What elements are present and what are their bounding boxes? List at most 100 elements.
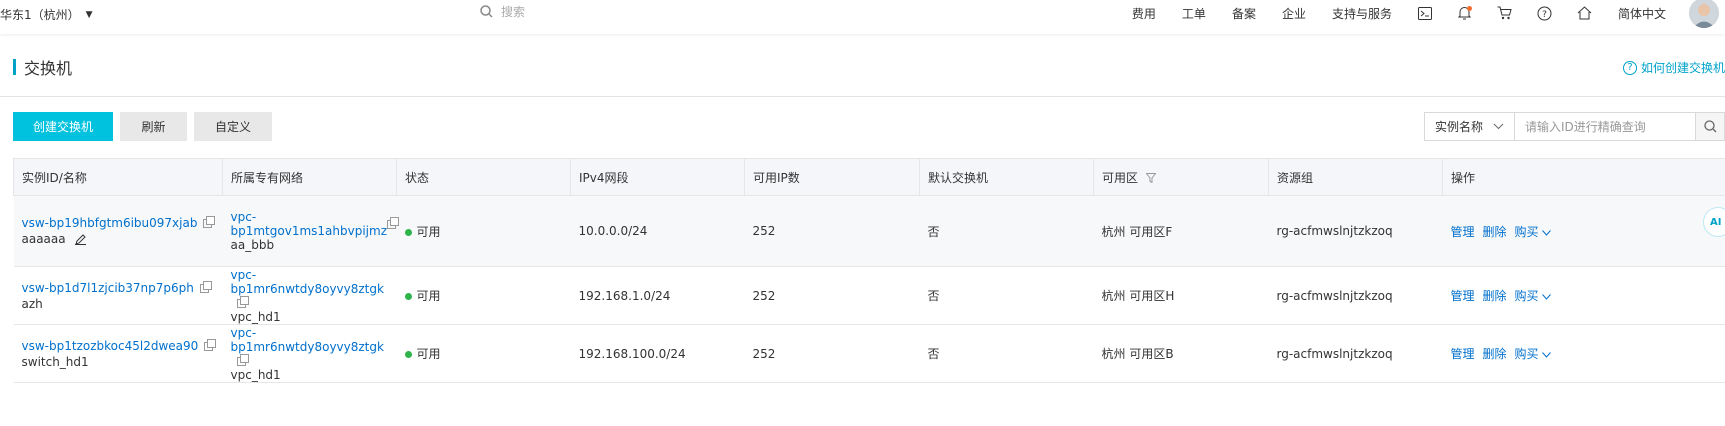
search-input[interactable]	[1515, 113, 1695, 140]
bell-icon[interactable]	[1445, 6, 1485, 20]
cart-icon[interactable]	[1485, 6, 1525, 20]
nav-tickets[interactable]: 工单	[1169, 5, 1219, 22]
global-search[interactable]: 搜索	[480, 3, 525, 20]
cell-rg: rg-acfmwslnjtzkzoq	[1268, 195, 1443, 267]
refresh-button[interactable]: 刷新	[120, 112, 187, 141]
vpc-name: vpc_hd1	[230, 367, 281, 382]
region-selector[interactable]: 华东1（杭州） ▼	[0, 6, 93, 23]
avatar[interactable]	[1689, 0, 1719, 28]
copy-icon[interactable]	[199, 280, 212, 293]
cell-ops: 管理 删除 购买	[1442, 266, 1725, 325]
create-vswitch-button[interactable]: 创建交换机	[13, 112, 113, 141]
cell-vpc: vpc- bp1mtgov1ms1ahbvpijmz aa_bbb	[222, 195, 399, 267]
floating-assistant-label: AI	[1710, 216, 1722, 228]
col-header-id: 实例ID/名称	[13, 158, 223, 196]
vpc-id-link-part2[interactable]: bp1mtgov1ms1ahbvpijmz	[231, 224, 388, 238]
vpc-id-link[interactable]: vpc-bp1mr6nwtdy8oyvy8ztgk	[231, 268, 384, 296]
copy-icon[interactable]	[236, 353, 249, 366]
col-header-ips: 可用IP数	[744, 158, 920, 196]
cell-zone: 杭州 可用区F	[1093, 195, 1269, 267]
cell-rg: rg-acfmwslnjtzkzoq	[1268, 324, 1443, 383]
cell-vpc: vpc-bp1mr6nwtdy8oyvy8ztgk vpc_hd1	[222, 324, 397, 383]
manage-link[interactable]: 管理	[1451, 225, 1475, 239]
top-nav: 费用 工单 备案 企业 支持与服务 ? 简体中文	[1119, 0, 1725, 28]
notification-dot	[1466, 6, 1472, 11]
help-icon[interactable]: ?	[1525, 6, 1565, 21]
chevron-down-icon	[1542, 352, 1552, 358]
terminal-icon[interactable]	[1405, 6, 1445, 20]
cell-id: vsw-bp1d7l1zjcib37np7p6ph azh	[13, 266, 223, 325]
cell-default: 否	[919, 195, 1094, 267]
manage-link[interactable]: 管理	[1451, 289, 1475, 303]
search-icon	[1703, 120, 1716, 133]
top-bar: 华东1（杭州） ▼ 搜索 费用 工单 备案 企业 支持与服务 ? 简体中文	[0, 0, 1725, 34]
search-icon	[480, 5, 493, 18]
help-link-text: 如何创建交换机	[1640, 61, 1725, 75]
col-header-vpc: 所属专有网络	[222, 158, 397, 196]
vswitch-id-link[interactable]: vsw-bp19hbfgtm6ibu097xjab	[22, 216, 198, 230]
question-circle-icon: ?	[1622, 60, 1637, 75]
buy-dropdown[interactable]: 购买	[1515, 225, 1552, 239]
help-link[interactable]: ? 如何创建交换机	[1622, 59, 1725, 76]
filter-icon[interactable]	[1145, 173, 1157, 184]
copy-icon[interactable]	[236, 295, 249, 308]
chevron-down-icon	[1493, 123, 1504, 130]
cell-status: 可用	[396, 195, 571, 267]
page-title: 交换机	[13, 58, 73, 78]
nav-billing[interactable]: 费用	[1119, 5, 1169, 22]
home-icon[interactable]	[1565, 6, 1605, 20]
cell-ips: 252	[744, 266, 920, 325]
vpc-id-link[interactable]: vpc-bp1mr6nwtdy8oyvy8ztgk	[231, 326, 384, 354]
chevron-down-icon	[1542, 229, 1552, 236]
vpc-id-link-part1[interactable]: vpc-	[231, 210, 381, 224]
delete-link[interactable]: 删除	[1483, 225, 1507, 239]
svg-text:?: ?	[1543, 10, 1548, 20]
vswitch-name: azh	[21, 296, 43, 311]
nav-support[interactable]: 支持与服务	[1319, 5, 1405, 22]
chevron-down-icon	[1542, 294, 1552, 300]
table-row: vsw-bp1tzozbkoc45l2dwea90 switch_hd1 vpc…	[13, 324, 1725, 383]
cell-ops: 管理 删除 购买	[1442, 324, 1725, 383]
copy-icon[interactable]	[203, 216, 216, 228]
filter-field-select[interactable]: 实例名称	[1425, 113, 1515, 140]
search-placeholder: 搜索	[501, 5, 526, 19]
manage-link[interactable]: 管理	[1451, 347, 1475, 361]
vswitch-id-link[interactable]: vsw-bp1d7l1zjcib37np7p6ph	[22, 281, 194, 295]
cell-default: 否	[919, 324, 1094, 383]
cell-vpc: vpc-bp1mr6nwtdy8oyvy8ztgk vpc_hd1	[222, 266, 397, 325]
col-header-status: 状态	[396, 158, 571, 196]
cell-id: vsw-bp19hbfgtm6ibu097xjab aaaaaa	[13, 195, 223, 267]
status-text: 可用	[416, 347, 441, 361]
copy-icon[interactable]	[386, 216, 399, 229]
col-header-zone-label: 可用区	[1102, 170, 1139, 185]
status-dot	[404, 351, 412, 358]
buy-label: 购买	[1514, 347, 1539, 361]
page-title-text: 交换机	[24, 59, 73, 78]
search-button[interactable]	[1695, 113, 1724, 140]
filter-field-label: 实例名称	[1435, 120, 1484, 134]
cell-status: 可用	[396, 324, 571, 383]
cell-ops: 管理 删除 购买	[1442, 195, 1725, 267]
floating-assistant-button[interactable]: AI	[1703, 207, 1725, 237]
nav-icp[interactable]: 备案	[1219, 5, 1269, 22]
buy-label: 购买	[1514, 224, 1539, 239]
delete-link[interactable]: 删除	[1483, 289, 1507, 303]
vswitch-table: 实例ID/名称 所属专有网络 状态 IPv4网段 可用IP数 默认交换机 可用区…	[13, 158, 1725, 383]
status-text: 可用	[416, 224, 441, 239]
table-header: 实例ID/名称 所属专有网络 状态 IPv4网段 可用IP数 默认交换机 可用区…	[13, 158, 1725, 196]
col-header-default: 默认交换机	[919, 158, 1094, 196]
status-dot	[404, 293, 412, 300]
cell-cidr: 192.168.100.0/24	[570, 324, 745, 383]
delete-link[interactable]: 删除	[1483, 347, 1507, 361]
buy-dropdown[interactable]: 购买	[1515, 347, 1552, 361]
vswitch-id-link[interactable]: vsw-bp1tzozbkoc45l2dwea90	[22, 339, 199, 353]
copy-icon[interactable]	[204, 338, 217, 351]
customize-button[interactable]: 自定义	[194, 112, 272, 141]
language-switch[interactable]: 简体中文	[1605, 5, 1679, 22]
cell-zone: 杭州 可用区H	[1093, 266, 1269, 325]
nav-enterprise[interactable]: 企业	[1269, 5, 1319, 22]
edit-icon[interactable]	[75, 234, 87, 245]
buy-dropdown[interactable]: 购买	[1515, 289, 1552, 303]
cell-cidr: 192.168.1.0/24	[570, 266, 745, 325]
col-header-zone[interactable]: 可用区	[1093, 158, 1269, 196]
